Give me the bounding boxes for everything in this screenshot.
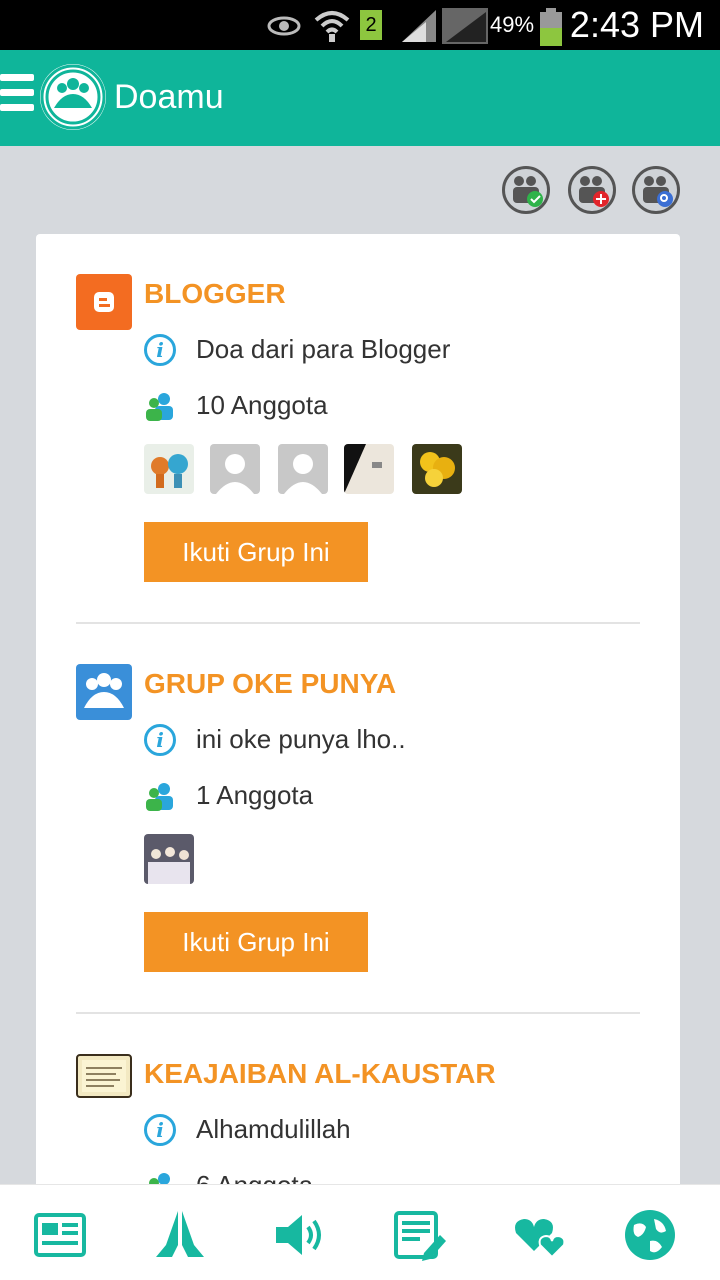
avatar[interactable] [144, 444, 194, 494]
group-description: ini oke punya lho.. [196, 724, 406, 754]
group-picture-logo-icon [76, 1054, 132, 1098]
group-item: BLOGGER i Doa dari para Blogger 10 Anggo… [76, 274, 640, 584]
prayer-hands-icon[interactable] [150, 1205, 210, 1265]
menu-icon[interactable] [0, 74, 36, 120]
group-search-icon [643, 176, 673, 207]
info-icon: i [144, 334, 176, 366]
my-groups-button[interactable] [502, 166, 550, 214]
group-description: Alhamdulillah [196, 1114, 351, 1144]
group-check-icon [513, 176, 543, 207]
info-icon: i [144, 724, 176, 756]
avatar[interactable] [344, 444, 394, 494]
signal-icon-2 [442, 8, 488, 44]
search-group-button[interactable] [632, 166, 680, 214]
app-title: Doamu [114, 78, 224, 116]
news-icon[interactable] [30, 1205, 90, 1265]
member-avatars [144, 834, 204, 884]
group-description: Doa dari para Blogger [196, 334, 451, 364]
app-logo-icon [40, 64, 106, 130]
blogger-logo-icon [76, 274, 132, 330]
group-name[interactable]: GRUP OKE PUNYA [144, 668, 396, 700]
avatar[interactable] [412, 444, 462, 494]
group-item: KEAJAIBAN AL-KAUSTAR i Alhamdulillah 6 A… [76, 1054, 640, 1194]
group-add-icon [579, 176, 609, 207]
battery-icon [540, 8, 562, 46]
members-icon [146, 393, 173, 421]
follow-group-button[interactable]: Ikuti Grup Ini [144, 912, 368, 972]
divider [76, 622, 640, 624]
avatar[interactable] [210, 444, 260, 494]
group-default-logo-icon [76, 664, 132, 720]
globe-icon[interactable] [620, 1205, 680, 1265]
info-icon: i [144, 1114, 176, 1146]
write-note-icon[interactable] [390, 1205, 450, 1265]
signal-icon [402, 10, 436, 42]
groups-card: BLOGGER i Doa dari para Blogger 10 Anggo… [36, 234, 680, 1194]
group-item: GRUP OKE PUNYA i ini oke punya lho.. 1 A… [76, 664, 640, 974]
speaker-icon[interactable] [270, 1205, 330, 1265]
group-name[interactable]: KEAJAIBAN AL-KAUSTAR [144, 1058, 496, 1090]
group-member-count: 10 Anggota [196, 390, 328, 420]
group-name[interactable]: BLOGGER [144, 278, 286, 310]
eye-icon [267, 16, 301, 36]
battery-percent: 49% [490, 12, 535, 37]
status-bar: 2 49% 2:43 PM [0, 0, 720, 50]
create-group-button[interactable] [568, 166, 616, 214]
clock: 2:43 PM [569, 4, 704, 45]
hearts-icon[interactable] [510, 1205, 570, 1265]
member-avatars [144, 444, 474, 494]
members-icon [146, 783, 173, 811]
follow-group-button[interactable]: Ikuti Grup Ini [144, 522, 368, 582]
app-bar: Doamu [0, 50, 720, 146]
divider [76, 1012, 640, 1014]
group-member-count: 1 Anggota [196, 780, 314, 810]
bottom-nav [0, 1184, 720, 1280]
avatar[interactable] [144, 834, 194, 884]
sim-badge: 2 [360, 10, 382, 40]
wifi-icon [314, 11, 350, 42]
avatar[interactable] [278, 444, 328, 494]
